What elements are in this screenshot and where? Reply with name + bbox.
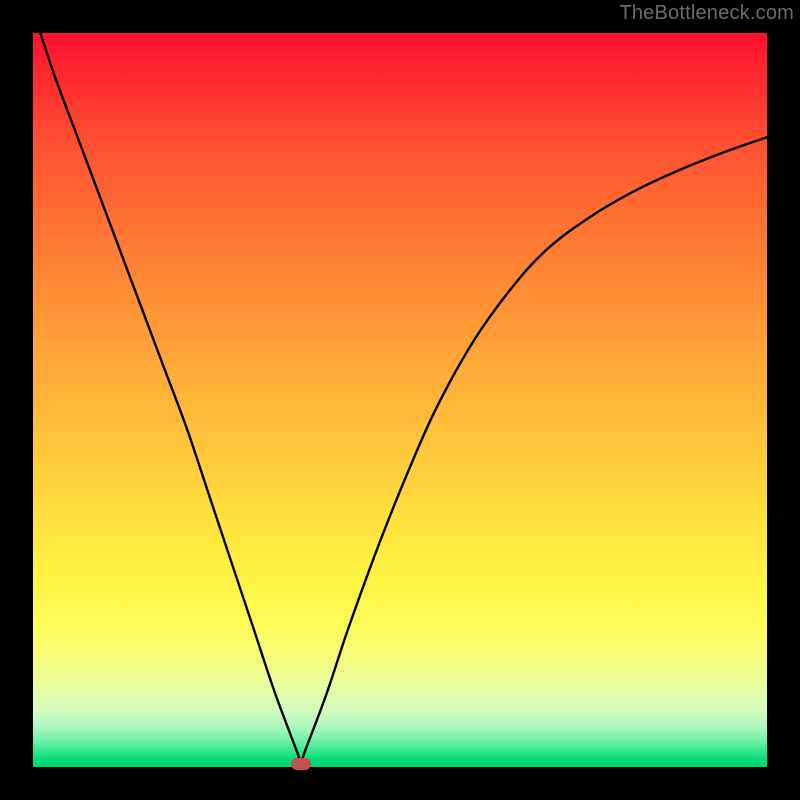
bottleneck-curve-svg (33, 33, 767, 767)
bottleneck-curve-path (40, 33, 767, 764)
watermark-label: TheBottleneck.com (619, 2, 794, 25)
minimum-marker (291, 758, 311, 770)
chart-frame: TheBottleneck.com (0, 0, 800, 800)
plot-area (33, 33, 767, 767)
